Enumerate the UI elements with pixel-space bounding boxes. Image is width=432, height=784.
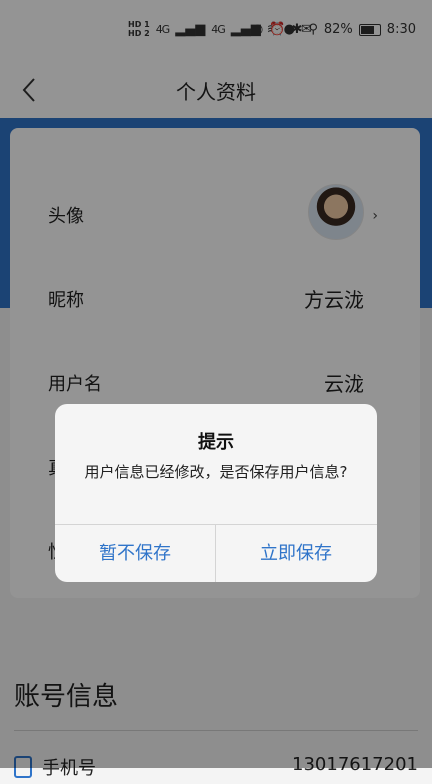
save-now-button[interactable]: 立即保存: [216, 525, 376, 582]
dialog-message: 用户信息已经修改，是否保存用户信息?: [84, 463, 348, 481]
dialog-title: 提示: [198, 432, 234, 453]
save-prompt-dialog: 提示 用户信息已经修改，是否保存用户信息? 暂不保存 立即保存: [55, 404, 377, 582]
dont-save-button[interactable]: 暂不保存: [55, 525, 215, 582]
modal-overlay[interactable]: [0, 0, 432, 768]
